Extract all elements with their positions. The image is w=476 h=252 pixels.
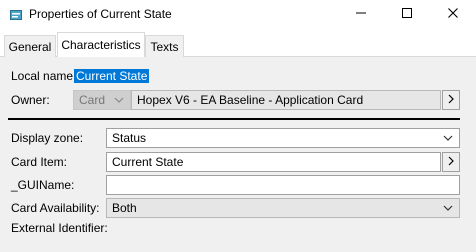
tab-general[interactable]: General [4,35,56,57]
display-zone-dropdown[interactable]: Status [106,128,460,148]
owner-label: Owner: [11,93,50,107]
properties-window-icon [10,9,22,20]
card-item-value: Current State [112,155,184,169]
chevron-right-icon [448,93,454,107]
local-name-label: Local name: [11,69,77,83]
card-item-label: Card Item: [11,155,68,169]
tab-label: Characteristics [61,38,141,52]
owner-type-dropdown: Card [73,90,131,110]
owner-browse-button[interactable] [442,90,460,110]
local-name-value[interactable]: Current State [74,69,150,83]
chevron-down-icon [440,200,456,216]
chevron-down-icon [440,130,456,146]
external-identifier-label: External Identifier: [11,221,108,235]
card-item-field[interactable]: Current State [106,152,441,172]
maximize-icon [401,7,413,22]
display-zone-label: Display zone: [11,131,84,145]
card-item-browse-button[interactable] [442,152,460,172]
tab-label: Texts [150,39,179,54]
tab-characteristics[interactable]: Characteristics [57,32,145,57]
minimize-button[interactable] [339,0,383,28]
card-availability-dropdown[interactable]: Both [106,198,460,218]
section-separator [8,118,460,120]
local-name-selected-text[interactable]: Current State [74,69,150,83]
chevron-right-icon [448,155,454,169]
gui-name-input[interactable] [106,175,460,195]
close-icon [447,7,459,22]
window-title: Properties of Current State [29,7,172,21]
close-button[interactable] [431,0,475,28]
minimize-icon [355,7,367,22]
card-availability-value: Both [112,201,137,215]
maximize-button[interactable] [385,0,429,28]
title-bar[interactable]: Properties of Current State [0,0,476,30]
owner-field[interactable]: Hopex V6 - EA Baseline - Application Car… [131,90,441,110]
gui-name-label: _GUIName: [11,178,75,192]
tab-texts[interactable]: Texts [145,35,184,57]
owner-type-value: Card [79,93,106,107]
tab-label: General [8,39,52,54]
chevron-down-icon [111,92,127,108]
display-zone-value: Status [112,131,147,145]
card-availability-label: Card Availability: [11,201,100,215]
owner-value: Hopex V6 - EA Baseline - Application Car… [137,93,364,107]
